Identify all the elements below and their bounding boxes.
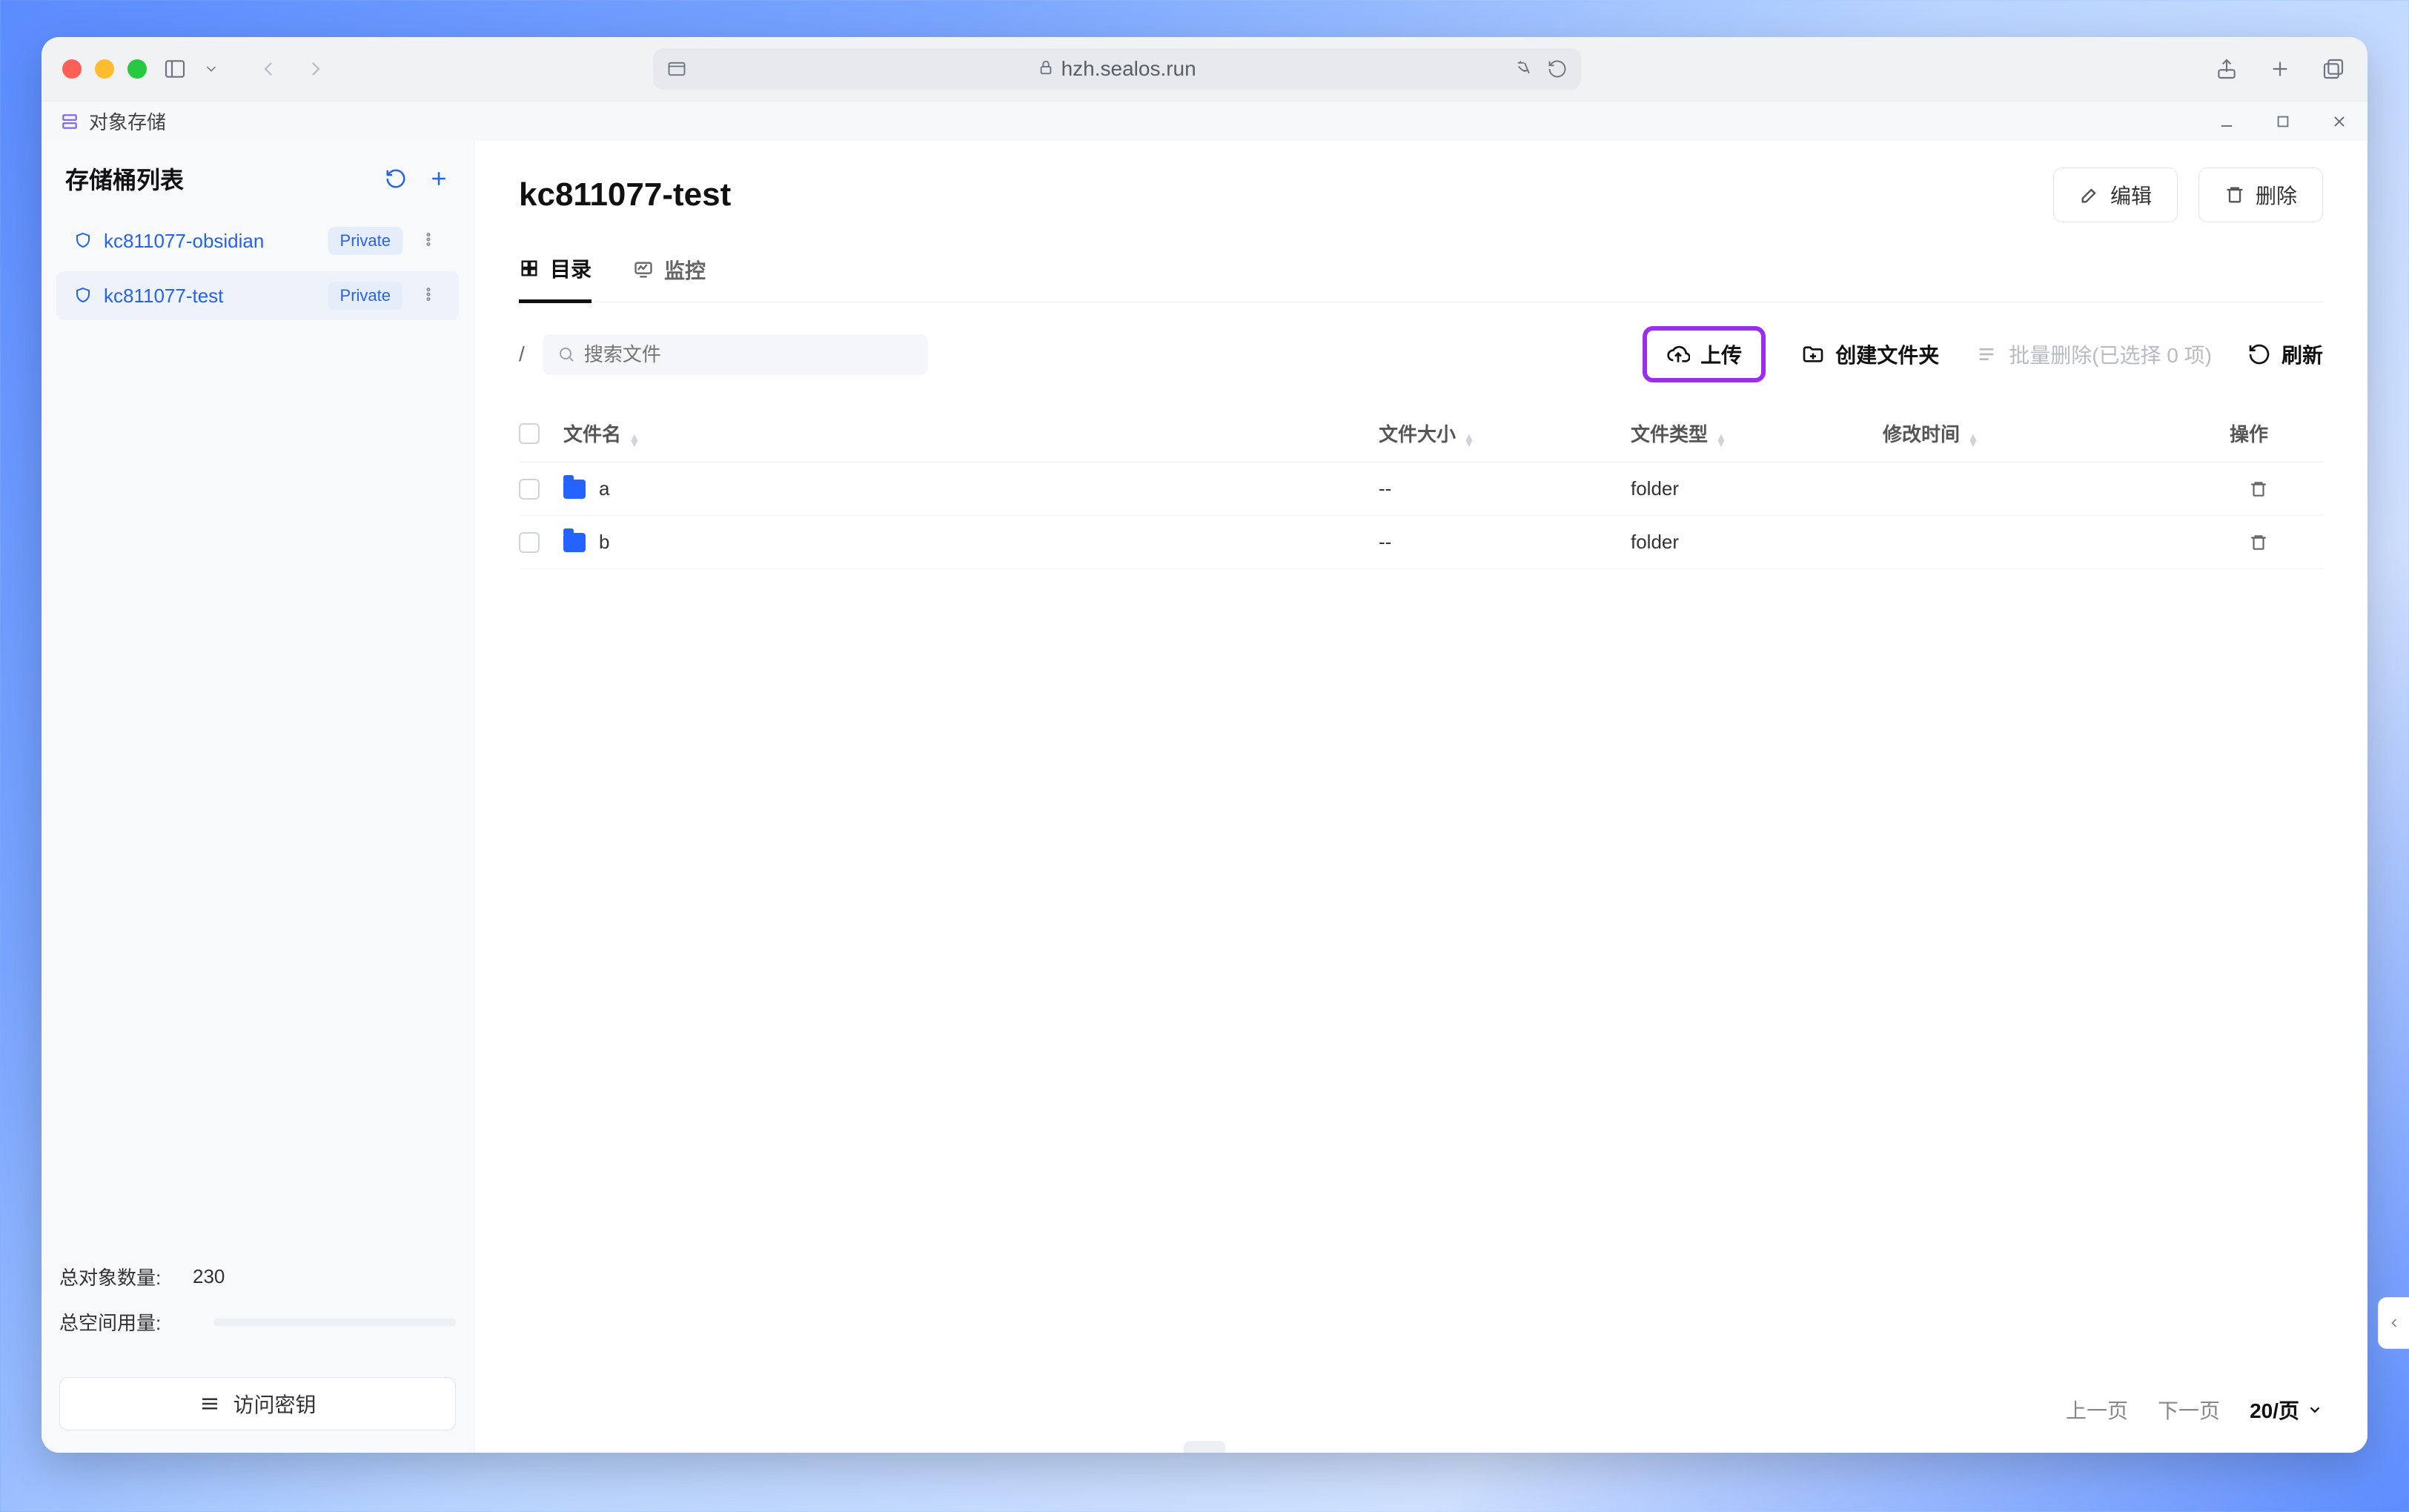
bucket-item-test[interactable]: kc811077-test Private — [56, 271, 459, 320]
nav-back-icon[interactable] — [255, 56, 282, 82]
prev-page[interactable]: 上一页 — [2066, 1395, 2128, 1425]
chevron-down-icon[interactable] — [203, 56, 219, 82]
tab-catalog[interactable]: 目录 — [519, 253, 592, 303]
space-usage-bar — [213, 1319, 456, 1326]
app-tabbar: 对象存储 — [42, 101, 2367, 141]
space-usage-label: 总空间用量: — [59, 1308, 193, 1336]
search-input[interactable] — [584, 343, 913, 366]
close-window-dot[interactable] — [62, 59, 82, 79]
cloud-upload-icon — [1666, 342, 1690, 366]
edit-button[interactable]: 编辑 — [2053, 168, 2178, 222]
file-name: a — [599, 477, 609, 500]
bulk-delete-button: 批量删除(已选择 0 项) — [1975, 339, 2212, 369]
sidebar-title: 存储桶列表 — [65, 162, 184, 196]
file-size: -- — [1379, 531, 1631, 554]
row-delete-icon[interactable] — [2194, 480, 2268, 499]
browser-toolbar: hzh.sealos.run — [42, 37, 2367, 101]
bucket-badge: Private — [328, 227, 402, 255]
bucket-title: kc811077-test — [519, 176, 731, 213]
col-type[interactable]: 文件类型▲▼ — [1631, 420, 1883, 447]
row-checkbox[interactable] — [519, 532, 540, 553]
file-table: 文件名▲▼ 文件大小▲▼ 文件类型▲▼ 修改时间▲▼ 操作 a -- folde… — [519, 405, 2323, 569]
folder-icon — [563, 480, 586, 499]
reload-icon[interactable] — [1547, 59, 1568, 79]
breadcrumb[interactable]: / — [519, 342, 525, 366]
pagination: 上一页 下一页 20/页 — [2066, 1395, 2323, 1425]
delete-button[interactable]: 删除 — [2198, 168, 2323, 222]
col-name[interactable]: 文件名▲▼ — [563, 420, 1379, 447]
share-icon[interactable] — [2213, 56, 2240, 82]
bucket-name: kc811077-test — [104, 285, 223, 308]
app-tab-label: 对象存储 — [89, 107, 166, 135]
app-tab-object-storage[interactable]: 对象存储 — [59, 107, 166, 135]
file-name: b — [599, 531, 609, 554]
select-all-checkbox[interactable] — [519, 423, 540, 444]
lock-icon — [1038, 57, 1054, 81]
translate-icon[interactable] — [1514, 59, 1535, 79]
row-delete-icon[interactable] — [2194, 533, 2268, 552]
bucket-more-icon[interactable] — [420, 230, 441, 253]
url-bar[interactable]: hzh.sealos.run — [653, 48, 1581, 90]
sidebar-toggle-icon[interactable] — [162, 56, 188, 82]
nav-forward-icon[interactable] — [302, 56, 329, 82]
object-count-label: 总对象数量: — [59, 1263, 193, 1290]
table-row[interactable]: b -- folder — [519, 516, 2323, 569]
bucket-badge: Private — [328, 282, 402, 310]
traffic-lights — [62, 59, 147, 79]
col-size[interactable]: 文件大小▲▼ — [1379, 420, 1631, 447]
edge-drawer-toggle[interactable] — [2378, 1297, 2409, 1349]
file-size: -- — [1379, 477, 1631, 500]
col-modified[interactable]: 修改时间▲▼ — [1883, 420, 2194, 447]
page-size-select[interactable]: 20/页 — [2250, 1395, 2323, 1425]
app-minimize-icon[interactable] — [2216, 111, 2237, 132]
new-tab-icon[interactable] — [2267, 56, 2293, 82]
url-text: hzh.sealos.run — [1061, 57, 1196, 81]
row-checkbox[interactable] — [519, 479, 540, 500]
next-page[interactable]: 下一页 — [2158, 1395, 2220, 1425]
maximize-window-dot[interactable] — [127, 59, 147, 79]
shield-icon — [74, 286, 93, 305]
bucket-name: kc811077-obsidian — [104, 230, 264, 253]
file-type: folder — [1631, 477, 1883, 500]
app-close-icon[interactable] — [2329, 111, 2350, 132]
folder-plus-icon — [1801, 342, 1825, 366]
object-count-value: 230 — [193, 1265, 225, 1288]
shield-icon — [74, 231, 93, 251]
folder-icon — [563, 533, 586, 552]
sidebar: 存储桶列表 kc811077-obsidian Private — [42, 141, 474, 1453]
refresh-buckets-icon[interactable] — [385, 168, 407, 190]
access-key-label: 访问密钥 — [233, 1389, 316, 1419]
search-icon — [557, 345, 575, 364]
refresh-icon — [2247, 342, 2271, 366]
tab-monitor[interactable]: 监控 — [633, 253, 706, 302]
bottom-handle-icon[interactable] — [1184, 1441, 1225, 1453]
access-key-button[interactable]: 访问密钥 — [59, 1377, 456, 1430]
bucket-item-obsidian[interactable]: kc811077-obsidian Private — [56, 216, 459, 265]
refresh-button[interactable]: 刷新 — [2247, 339, 2323, 369]
search-box[interactable] — [543, 334, 928, 375]
site-settings-icon[interactable] — [666, 59, 687, 79]
table-row[interactable]: a -- folder — [519, 462, 2323, 516]
bucket-more-icon[interactable] — [420, 285, 441, 308]
create-folder-button[interactable]: 创建文件夹 — [1801, 339, 1939, 369]
add-bucket-icon[interactable] — [428, 168, 450, 190]
storage-icon — [59, 111, 80, 132]
file-type: folder — [1631, 531, 1883, 554]
table-header: 文件名▲▼ 文件大小▲▼ 文件类型▲▼ 修改时间▲▼ 操作 — [519, 405, 2323, 462]
upload-button[interactable]: 上传 — [1643, 326, 1766, 382]
app-maximize-icon[interactable] — [2273, 111, 2293, 132]
main-panel: kc811077-test 编辑 删除 目录 — [474, 141, 2367, 1453]
list-icon — [1975, 342, 1998, 366]
tab-overview-icon[interactable] — [2320, 56, 2347, 82]
col-ops: 操作 — [2194, 420, 2268, 447]
minimize-window-dot[interactable] — [95, 59, 114, 79]
